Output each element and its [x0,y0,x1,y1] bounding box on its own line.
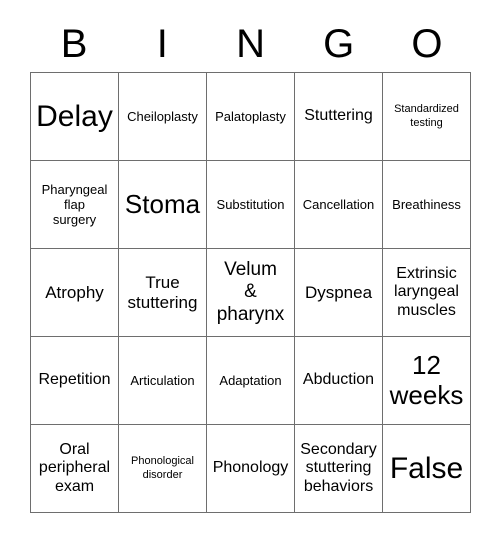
bingo-cell-label: Substitution [216,196,285,212]
bingo-header-letter-o-text: O [411,22,443,66]
bingo-cell[interactable]: Repetition [31,337,119,425]
bingo-cell-label: 12 weeks [389,350,464,410]
bingo-row: Delay Cheiloplasty Palatoplasty Stutteri… [31,73,471,161]
bingo-cell[interactable]: Articulation [119,337,207,425]
bingo-header-letter-n: N [206,16,294,72]
bingo-cell[interactable]: Delay [31,73,119,161]
bingo-header-row: B I N G O [30,16,471,72]
bingo-grid: Delay Cheiloplasty Palatoplasty Stutteri… [30,72,471,513]
bingo-cell[interactable]: Breathiness [383,161,471,249]
bingo-cell[interactable]: Atrophy [31,249,119,337]
bingo-cell[interactable]: False [383,425,471,513]
bingo-cell[interactable]: Oral peripheral exam [31,425,119,513]
bingo-cell[interactable]: Secondary stuttering behaviors [295,425,383,513]
bingo-cell[interactable]: Extrinsic laryngeal muscles [383,249,471,337]
bingo-cell[interactable]: Dyspnea [295,249,383,337]
bingo-cell[interactable]: Stoma [119,161,207,249]
bingo-header-letter-i-text: I [156,22,168,66]
bingo-cell-label: Phonological disorder [131,455,194,481]
bingo-cell[interactable]: Abduction [295,337,383,425]
bingo-cell[interactable]: Cancellation [295,161,383,249]
bingo-card: B I N G O Delay Cheiloplasty Palatoplast… [30,16,471,513]
bingo-cell[interactable]: Adaptation [207,337,295,425]
bingo-cell-label: Pharyngeal flap surgery [41,181,108,228]
bingo-cell[interactable]: Stuttering [295,73,383,161]
bingo-cell-label: True stuttering [127,272,198,312]
bingo-cell[interactable]: 12 weeks [383,337,471,425]
bingo-cell[interactable]: Phonological disorder [119,425,207,513]
bingo-cell[interactable]: Cheiloplasty [119,73,207,161]
bingo-cell[interactable]: Pharyngeal flap surgery [31,161,119,249]
bingo-cell-label: Repetition [38,371,111,389]
bingo-cell-label: Standardized testing [394,103,459,129]
bingo-cell-label: Palatoplasty [215,108,286,124]
bingo-cell-label: Adaptation [219,372,282,388]
bingo-header-letter-b-text: B [60,22,88,66]
bingo-header-letter-b: B [30,16,118,72]
bingo-cell-label: Dyspnea [304,282,373,302]
bingo-cell-label: Breathiness [392,196,461,212]
bingo-cell-label: Oral peripheral exam [38,440,111,495]
bingo-cell[interactable]: True stuttering [119,249,207,337]
bingo-cell-label: Phonology [212,459,289,477]
bingo-cell[interactable]: Velum & pharynx [207,249,295,337]
bingo-row: Atrophy True stuttering Velum & pharynx … [31,249,471,337]
bingo-header-letter-g-text: G [323,22,355,66]
bingo-cell-label: Abduction [302,371,375,389]
bingo-cell-label: Extrinsic laryngeal muscles [394,264,459,319]
bingo-cell-label: Velum & pharynx [216,258,285,325]
bingo-cell[interactable]: Substitution [207,161,295,249]
bingo-cell-label: Stoma [124,188,201,219]
bingo-cell-label: Stuttering [304,107,373,125]
bingo-row: Oral peripheral exam Phonological disord… [31,425,471,513]
bingo-cell[interactable]: Standardized testing [383,73,471,161]
bingo-cell-label: Articulation [130,372,195,388]
bingo-header-letter-o: O [383,16,471,72]
bingo-cell[interactable]: Palatoplasty [207,73,295,161]
bingo-row: Repetition Articulation Adaptation Abduc… [31,337,471,425]
bingo-cell-label: False [389,451,464,485]
bingo-header-letter-n-text: N [236,22,265,66]
bingo-cell-label: Cheiloplasty [127,108,198,124]
bingo-cell-label: Secondary stuttering behaviors [300,440,377,495]
bingo-header-letter-g: G [295,16,383,72]
bingo-header-letter-i: I [118,16,206,72]
bingo-cell-label: Atrophy [45,282,104,302]
bingo-cell-label: Delay [36,99,113,133]
bingo-row: Pharyngeal flap surgery Stoma Substituti… [31,161,471,249]
bingo-cell[interactable]: Phonology [207,425,295,513]
bingo-cell-label: Cancellation [302,196,375,212]
